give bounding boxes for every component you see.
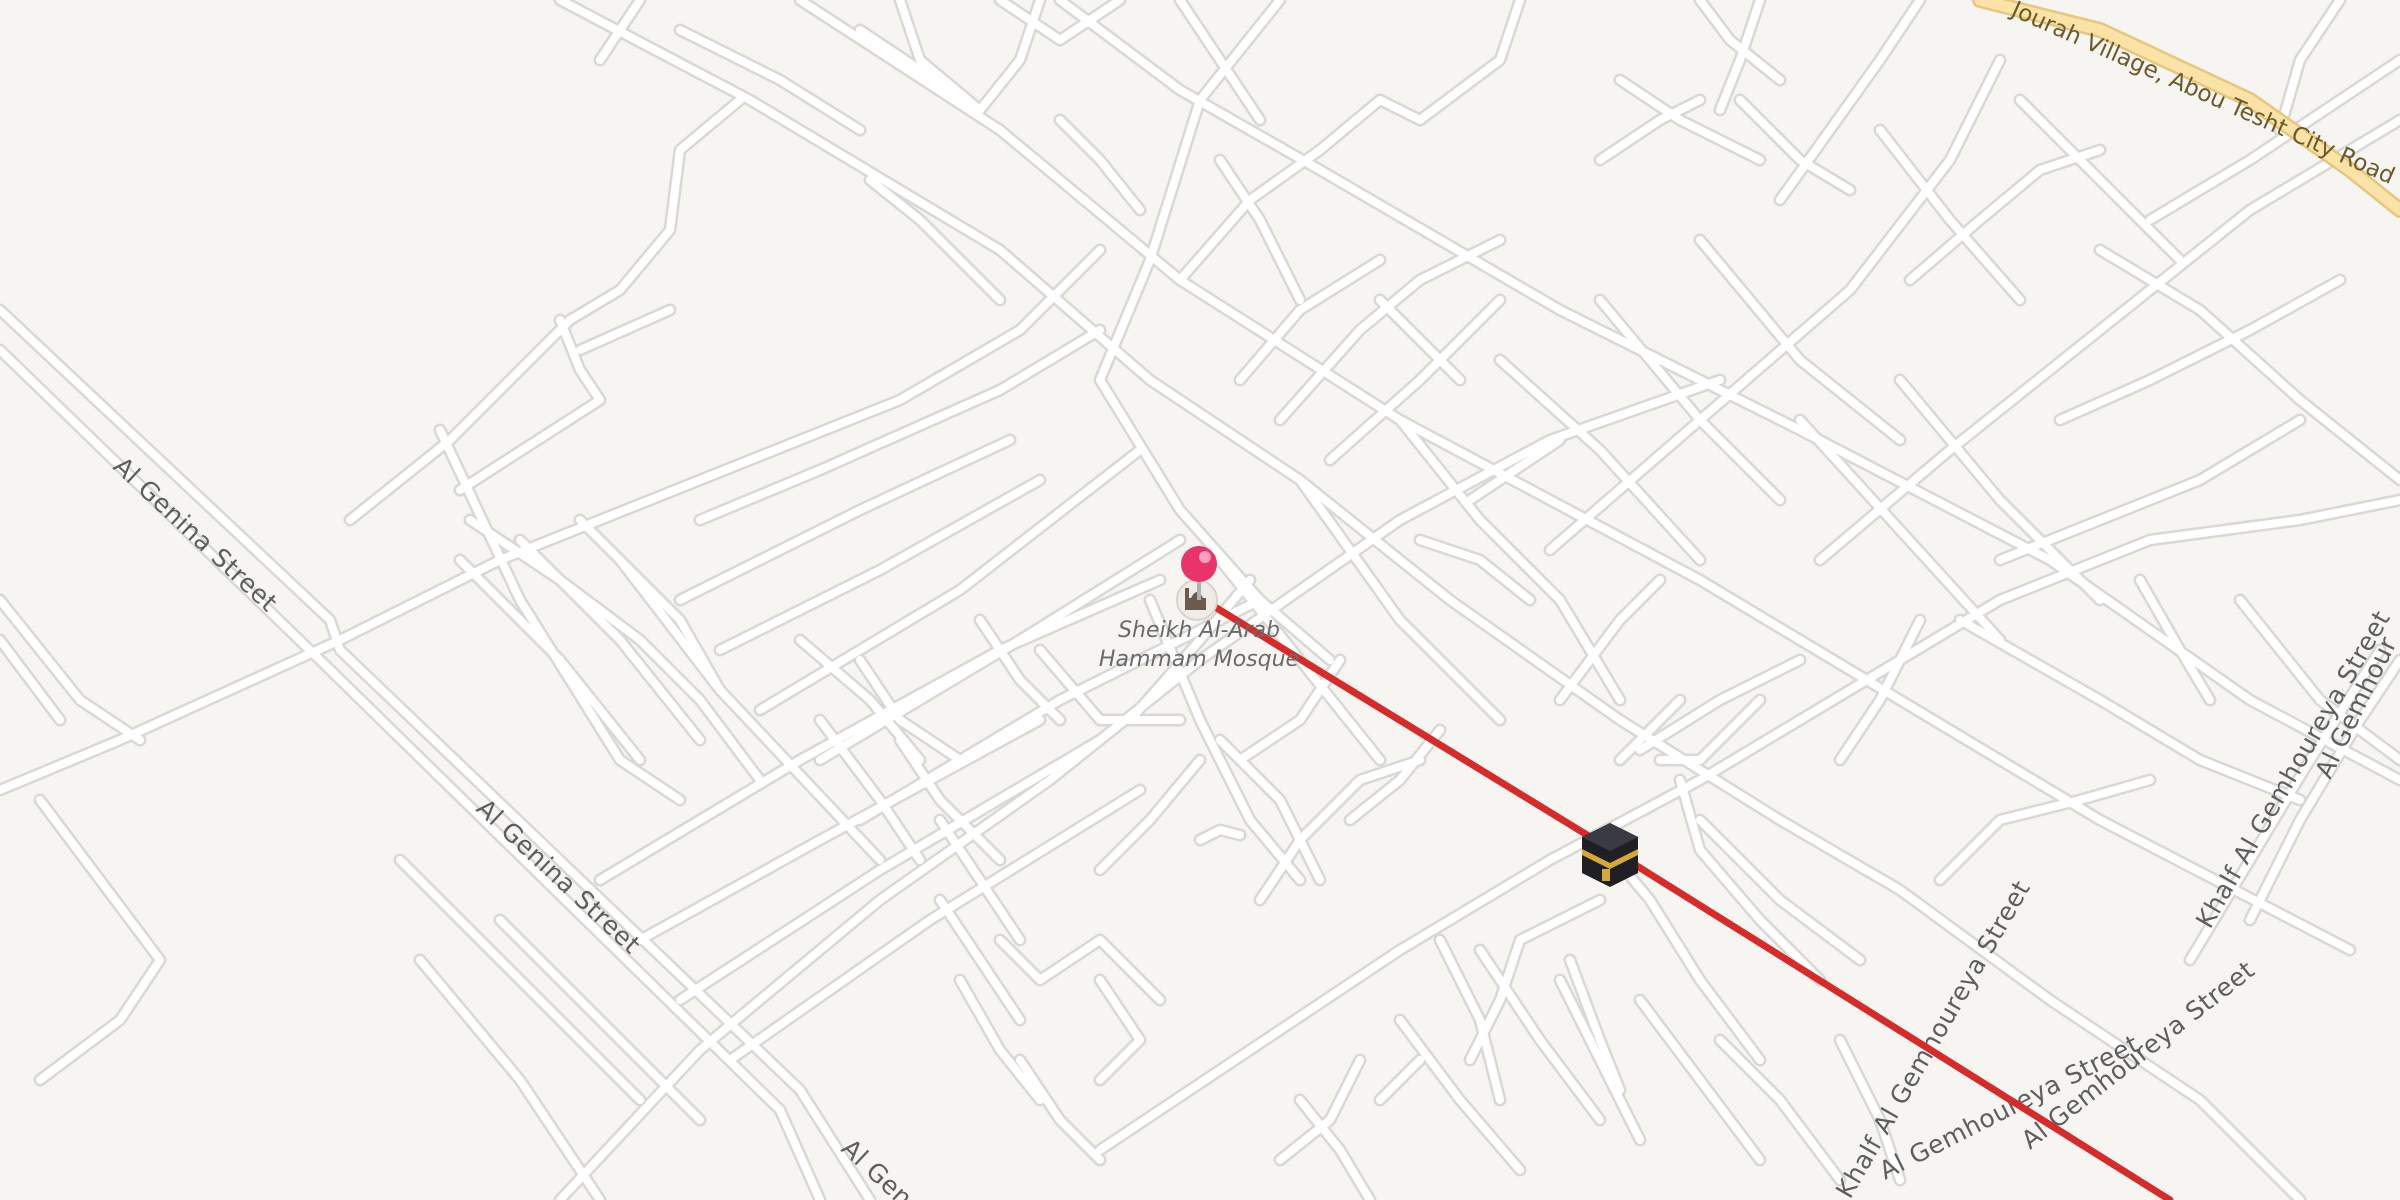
poi-label-line2: Hammam Mosque — [1099, 647, 1299, 672]
map-svg: Al Genina Street Al Genina Street Al Gen… — [0, 0, 2400, 1200]
street-label-al-genina-2: Al Genina Street — [471, 793, 646, 959]
street-label-al-genina-1: Al Genina Street — [108, 451, 283, 617]
map-canvas[interactable]: Al Genina Street Al Genina Street Al Gen… — [0, 0, 2400, 1200]
poi-label-line1: Sheikh Al-Arab — [1118, 618, 1280, 643]
